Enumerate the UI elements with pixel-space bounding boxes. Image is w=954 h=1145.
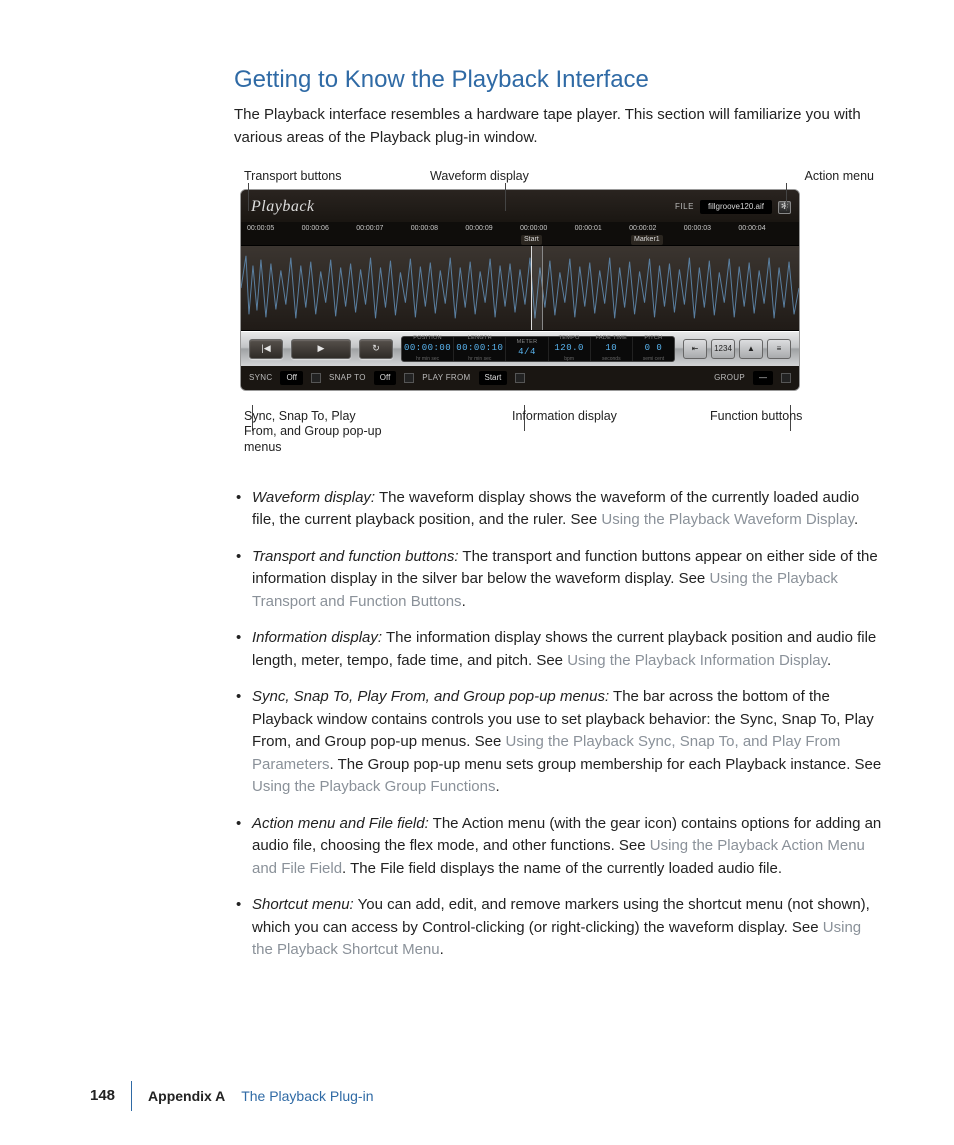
ruler-tick: 00:00:05 bbox=[247, 224, 302, 235]
sync-popup[interactable]: Off bbox=[280, 371, 303, 385]
ruler-tick: 00:00:00 bbox=[520, 224, 575, 235]
page-footer: 148 Appendix A The Playback Plug-in bbox=[90, 1081, 373, 1111]
ruler-tick: 00:00:01 bbox=[575, 224, 630, 235]
snap-label: SNAP TO bbox=[329, 372, 366, 384]
marker-start[interactable]: Start bbox=[521, 235, 542, 246]
callout-action: Action menu bbox=[805, 167, 874, 186]
sync-label: SYNC bbox=[249, 372, 272, 384]
ruler-tick: 00:00:08 bbox=[411, 224, 466, 235]
feature-list: Waveform display: The waveform display s… bbox=[234, 487, 884, 962]
ruler: 00:00:05 00:00:06 00:00:07 00:00:08 00:0… bbox=[241, 222, 799, 235]
playfrom-popup[interactable]: Start bbox=[479, 371, 508, 385]
information-display: POSITION 00:00:00 hr min sec LENGTH 00:0… bbox=[401, 336, 675, 362]
ruler-tick: 00:00:09 bbox=[465, 224, 520, 235]
info-position[interactable]: POSITION 00:00:00 hr min sec bbox=[402, 337, 454, 361]
ruler-tick: 00:00:06 bbox=[302, 224, 357, 235]
plugin-logo: Playback bbox=[251, 195, 315, 219]
appendix-title: The Playback Plug-in bbox=[241, 1088, 373, 1104]
playhead[interactable] bbox=[531, 246, 543, 330]
waveform-display[interactable] bbox=[241, 245, 799, 331]
snap-popup[interactable]: Off bbox=[374, 371, 397, 385]
func-button-4[interactable]: ≡ bbox=[767, 339, 791, 359]
func-button-2[interactable]: 1234 bbox=[711, 339, 735, 359]
playfrom-label: PLAY FROM bbox=[422, 372, 470, 384]
prev-button[interactable]: |◀ bbox=[249, 339, 283, 359]
ruler-tick: 00:00:04 bbox=[738, 224, 793, 235]
ruler-tick: 00:00:03 bbox=[684, 224, 739, 235]
list-item: Shortcut menu: You can add, edit, and re… bbox=[234, 894, 884, 962]
link-waveform-display[interactable]: Using the Playback Waveform Display bbox=[601, 511, 854, 528]
callout-funcs: Function buttons bbox=[710, 409, 802, 425]
intro-paragraph: The Playback interface resembles a hardw… bbox=[234, 104, 884, 149]
info-pitch[interactable]: PITCH 0 0 semi cent bbox=[633, 337, 674, 361]
ruler-tick: 00:00:07 bbox=[356, 224, 411, 235]
sync-selector-icon[interactable] bbox=[311, 373, 321, 383]
list-item: Action menu and File field: The Action m… bbox=[234, 813, 884, 881]
playfrom-selector-icon[interactable] bbox=[515, 373, 525, 383]
gear-icon[interactable]: ✻ bbox=[778, 201, 791, 214]
func-button-1[interactable]: ⇤ bbox=[683, 339, 707, 359]
appendix-label: Appendix A bbox=[148, 1088, 225, 1104]
play-button[interactable]: ▶ bbox=[291, 339, 351, 359]
callout-popups: Sync, Snap To, Play From, and Group pop-… bbox=[244, 409, 384, 456]
link-info-display[interactable]: Using the Playback Information Display bbox=[567, 652, 827, 669]
list-item: Transport and function buttons: The tran… bbox=[234, 546, 884, 614]
func-button-3[interactable]: ▲ bbox=[739, 339, 763, 359]
callout-waveform: Waveform display bbox=[430, 167, 529, 186]
group-selector-icon[interactable] bbox=[781, 373, 791, 383]
list-item: Information display: The information dis… bbox=[234, 627, 884, 672]
snap-selector-icon[interactable] bbox=[404, 373, 414, 383]
info-length[interactable]: LENGTH 00:00:10 hr min sec bbox=[454, 337, 506, 361]
section-heading: Getting to Know the Playback Interface bbox=[234, 62, 884, 98]
file-field[interactable]: fillgroove120.aif bbox=[700, 200, 772, 214]
callout-transport: Transport buttons bbox=[244, 167, 342, 186]
info-tempo[interactable]: TEMPO 120.0 bpm bbox=[549, 337, 591, 361]
info-fade[interactable]: FADE TIME 10 seconds bbox=[591, 337, 633, 361]
playback-figure: Transport buttons Waveform display Actio… bbox=[240, 167, 884, 463]
link-group-functions[interactable]: Using the Playback Group Functions bbox=[252, 778, 495, 795]
callout-info: Information display bbox=[512, 409, 617, 425]
marker-1[interactable]: Marker1 bbox=[631, 235, 663, 246]
cycle-button[interactable]: ↻ bbox=[359, 339, 393, 359]
footer-divider bbox=[131, 1081, 132, 1111]
group-label: GROUP bbox=[714, 372, 745, 384]
group-popup[interactable]: — bbox=[753, 371, 773, 385]
info-meter[interactable]: METER 4/4 bbox=[506, 337, 548, 361]
list-item: Sync, Snap To, Play From, and Group pop-… bbox=[234, 686, 884, 799]
page-number: 148 bbox=[90, 1085, 115, 1108]
ruler-tick: 00:00:02 bbox=[629, 224, 684, 235]
list-item: Waveform display: The waveform display s… bbox=[234, 487, 884, 532]
file-label: FILE bbox=[675, 201, 694, 213]
